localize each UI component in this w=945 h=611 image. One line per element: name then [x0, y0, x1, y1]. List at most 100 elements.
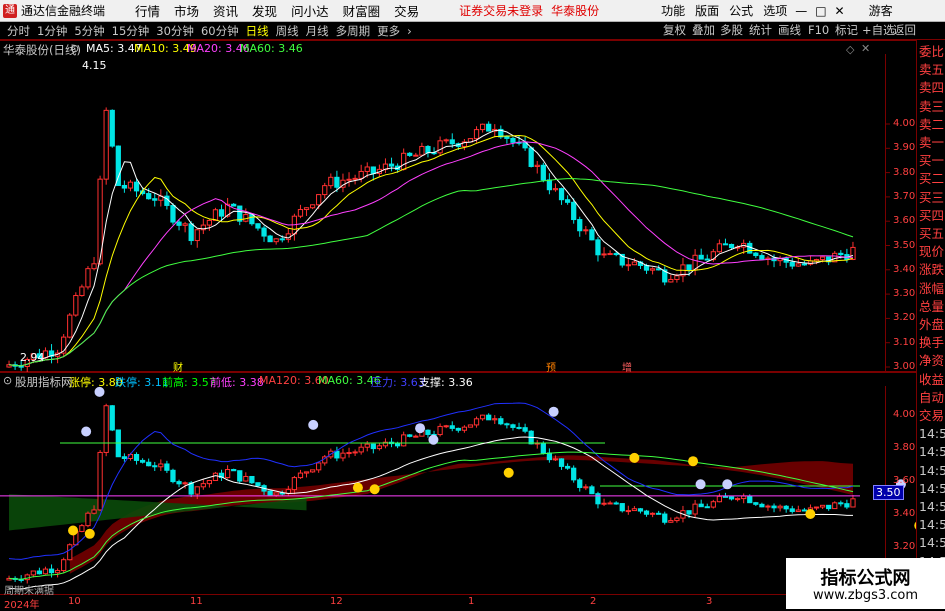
date-tick-label: 2: [590, 596, 597, 607]
menu-item-quotes[interactable]: 行情: [135, 1, 160, 20]
side-panel-item[interactable]: 自动: [919, 389, 945, 407]
price-tick-label: 3.60: [893, 215, 916, 227]
menu-item-discover[interactable]: 发现: [252, 1, 277, 20]
candle-body: [182, 223, 188, 226]
period-tab-daily[interactable]: 日线: [246, 23, 269, 39]
candle-body: [103, 405, 109, 453]
candle-body: [425, 429, 431, 435]
side-panel-item[interactable]: 交易: [919, 407, 945, 425]
candle-body: [231, 203, 237, 207]
overlay-button[interactable]: 叠加: [692, 22, 715, 38]
candle-body: [67, 314, 73, 338]
side-panel-item: 涨跌: [919, 262, 945, 278]
current-value-badge: 3.50: [873, 485, 904, 500]
candle-body: [613, 502, 619, 505]
candle-body: [358, 446, 364, 453]
candle-body: [67, 544, 73, 561]
draw-line-button[interactable]: 画线: [778, 22, 801, 38]
side-panel-item: 买三: [919, 189, 945, 205]
candle-body: [564, 199, 571, 203]
candle-body: [30, 570, 36, 576]
chevron-right-icon[interactable]: ›: [407, 24, 412, 38]
indicator-chart-svg[interactable]: [0, 372, 916, 609]
candle-body: [595, 239, 601, 256]
face-icon: [722, 479, 733, 490]
candle-body: [832, 502, 838, 510]
guest-user[interactable]: 游客: [869, 2, 893, 19]
period-tab-30min[interactable]: 30分钟: [156, 23, 194, 39]
candle-body: [783, 505, 789, 510]
candle-body: [316, 462, 322, 471]
candle-body: [631, 261, 638, 266]
statistics-button[interactable]: 统计: [749, 22, 772, 38]
face-icon: [308, 419, 319, 430]
candle-body: [79, 286, 85, 297]
maximize-icon[interactable]: □: [815, 4, 826, 18]
candle-body: [558, 188, 565, 201]
candle-body: [643, 264, 650, 271]
candle-body: [473, 418, 480, 426]
indicator-chart-panel[interactable]: ⊙ 股朋指标网 涨停: 3.80 跌停: 3.11 前高: 3.57 前低: 3…: [0, 372, 916, 611]
menu-item-function[interactable]: 功能: [661, 2, 685, 19]
mark-button[interactable]: 标记: [835, 22, 858, 38]
menu-item-ask[interactable]: 问小达: [291, 1, 329, 20]
period-tab-5min[interactable]: 5分钟: [74, 23, 104, 39]
f10-button[interactable]: F10: [808, 22, 829, 38]
close-panel-icon[interactable]: ✕: [861, 42, 870, 55]
menu-item-news[interactable]: 资讯: [213, 1, 238, 20]
smiley-icon: [84, 528, 95, 539]
period-tab-weekly[interactable]: 周线: [276, 23, 299, 39]
smiley-icon: [68, 525, 79, 536]
period-tab-more[interactable]: 更多: [377, 23, 400, 39]
candle-body: [656, 512, 662, 515]
menu-item-trade[interactable]: 交易: [394, 1, 419, 20]
candle-body: [838, 502, 844, 505]
close-icon[interactable]: ✕: [835, 4, 845, 18]
period-tab-1min[interactable]: 1分钟: [37, 23, 67, 39]
menu-item-wealth[interactable]: 财富圈: [343, 1, 381, 20]
candle-body: [625, 264, 631, 267]
trade-login-warning[interactable]: 证券交易未登录: [459, 2, 543, 19]
kline-chart-svg[interactable]: [0, 40, 916, 372]
indicator-settings-icon[interactable]: ⊙: [3, 374, 12, 387]
price-tick-label: 3.10: [893, 336, 916, 348]
candle-body: [407, 152, 413, 156]
indicator-tick-label: 3.20: [893, 541, 916, 552]
candle-body: [455, 427, 461, 431]
side-panel-item: 买一: [919, 153, 945, 169]
period-tab-60min[interactable]: 60分钟: [201, 23, 239, 39]
kline-chart-panel[interactable]: 华泰股份(日线) ⊙ MA5: 3.47 MA10: 3.49 MA20: 3.…: [0, 40, 916, 374]
candle-body: [297, 472, 304, 479]
menu-item-formula[interactable]: 公式: [729, 2, 753, 19]
menu-item-market[interactable]: 市场: [174, 1, 199, 20]
candle-body: [473, 129, 480, 140]
candle-body: [753, 502, 759, 505]
candle-body: [346, 452, 352, 455]
site-watermark: 指标公式网 www.zbgs3.com: [786, 558, 945, 609]
candle-body: [698, 503, 704, 508]
restore-right-button[interactable]: 复权: [663, 22, 686, 38]
collapse-icon[interactable]: ◇: [846, 43, 854, 56]
menu-item-options[interactable]: 选项: [763, 2, 787, 19]
side-panel-item: 买四: [919, 207, 945, 223]
candle-body: [370, 166, 376, 174]
candle-body: [109, 405, 115, 431]
period-tab-monthly[interactable]: 月线: [306, 23, 329, 39]
date-tick-label: 10: [68, 596, 81, 607]
menu-item-layout[interactable]: 版面: [695, 2, 719, 19]
settings-icon[interactable]: ⊙: [70, 42, 79, 55]
period-tab-multi[interactable]: 多周期: [336, 23, 371, 39]
candle-body: [212, 472, 219, 481]
side-panel-item: 总量: [919, 298, 945, 314]
multi-stock-button[interactable]: 多股: [720, 22, 743, 38]
period-tab-intraday[interactable]: 分时: [7, 23, 30, 39]
candle-body: [376, 445, 383, 450]
candle-body: [261, 227, 267, 237]
add-favorite-button[interactable]: +自选: [862, 22, 895, 38]
minimize-icon[interactable]: —: [795, 4, 807, 18]
candle-body: [631, 508, 638, 512]
period-tab-15min[interactable]: 15分钟: [112, 23, 150, 39]
candle-body: [759, 255, 765, 260]
candle-body: [734, 498, 741, 501]
back-button[interactable]: 返回: [893, 22, 916, 38]
